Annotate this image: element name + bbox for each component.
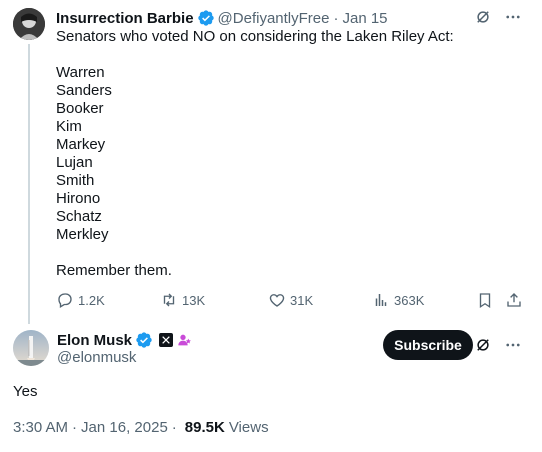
grok-icon[interactable] <box>474 336 492 354</box>
share-icon <box>507 293 521 307</box>
author-name[interactable]: Elon Musk <box>57 332 132 349</box>
tweet-date[interactable]: Jan 16, 2025 <box>81 419 168 436</box>
engagement-bar: 1.2K 13K 31K 363K <box>56 290 526 310</box>
parent-top-actions <box>474 8 522 26</box>
tweet-text: Yes <box>13 383 38 400</box>
reply-count: 1.2K <box>78 292 105 308</box>
parent-header: Insurrection Barbie @DefiyantlyFree · Ja… <box>56 8 388 28</box>
tweet-date[interactable]: Jan 15 <box>342 10 387 27</box>
avatar[interactable] <box>13 8 45 40</box>
subscribe-button[interactable]: Subscribe <box>383 330 473 360</box>
like-icon <box>269 294 285 307</box>
more-icon[interactable] <box>504 8 522 26</box>
org-badge-icon[interactable] <box>177 332 193 348</box>
share-button[interactable] <box>505 291 523 309</box>
main-top-actions <box>474 336 522 354</box>
author-handle[interactable]: @DefiyantlyFree <box>218 10 330 27</box>
grok-icon[interactable] <box>474 8 492 26</box>
more-icon[interactable] <box>504 336 522 354</box>
tweet-time[interactable]: 3:30 AM <box>13 419 68 436</box>
separator: · <box>72 419 78 436</box>
tweet-text: Senators who voted NO on considering the… <box>56 28 454 279</box>
thread-line <box>28 44 30 324</box>
like-button[interactable]: 31K <box>268 291 313 309</box>
bookmark-button[interactable] <box>476 291 494 309</box>
retweet-icon <box>163 293 175 307</box>
retweet-button[interactable]: 13K <box>160 291 205 309</box>
views-button[interactable]: 363K <box>372 291 424 309</box>
views-label: Views <box>228 419 269 436</box>
verified-badge-icon[interactable] <box>197 9 215 27</box>
views-count: 363K <box>394 292 425 308</box>
parent-tweet[interactable]: Insurrection Barbie @DefiyantlyFree · Ja… <box>0 0 542 324</box>
reply-button[interactable]: 1.2K <box>56 291 105 309</box>
views-count[interactable]: 89.5K <box>185 419 225 436</box>
author-handle[interactable]: @elonmusk <box>57 349 136 366</box>
avatar[interactable] <box>13 330 49 366</box>
x-affiliate-icon[interactable] <box>159 333 174 347</box>
views-icon <box>375 294 387 306</box>
main-header: Elon Musk <box>57 331 193 349</box>
separator: · <box>333 9 339 27</box>
bookmark-icon <box>479 293 491 309</box>
tweet-meta: 3:30 AM · Jan 16, 2025 · 89.5K Views <box>13 419 269 436</box>
separator: · <box>171 419 177 436</box>
like-count: 31K <box>290 292 314 308</box>
reply-icon <box>58 293 72 308</box>
verified-badge-icon[interactable] <box>135 331 153 349</box>
author-name[interactable]: Insurrection Barbie <box>56 10 194 27</box>
retweet-count: 13K <box>182 292 206 308</box>
